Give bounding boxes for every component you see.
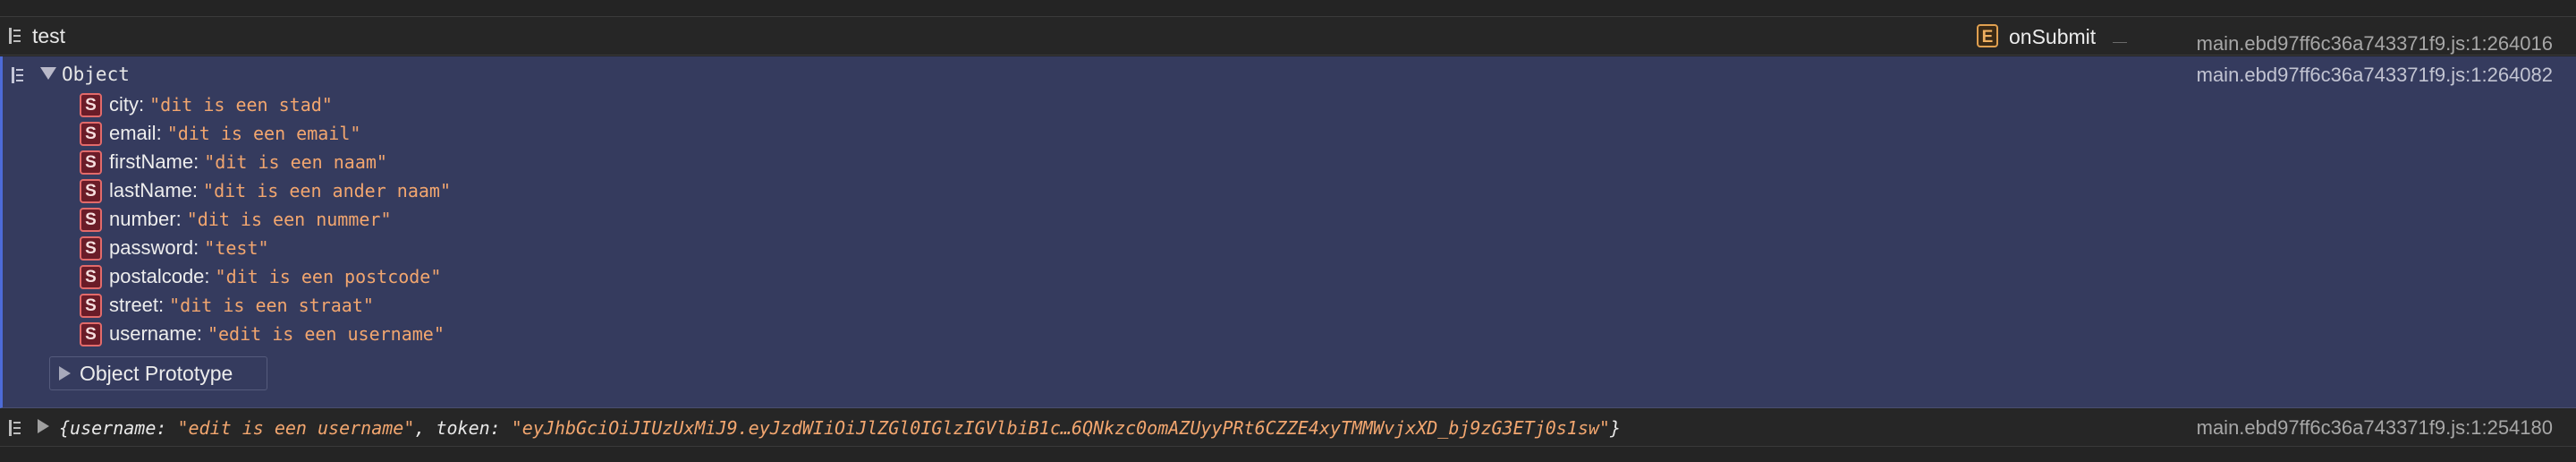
property-value: "dit is een postcode"	[215, 266, 442, 287]
property-value: "dit is een straat"	[169, 295, 374, 316]
property-key: city:	[109, 93, 145, 116]
object-preview[interactable]: {username: "edit is een username", token…	[59, 417, 1621, 439]
separator: ,	[414, 417, 436, 439]
function-name-link[interactable]: onSubmit	[2009, 25, 2096, 49]
property-row-email[interactable]: S email: "dit is een email"	[80, 121, 360, 146]
property-row-street[interactable]: S street: "dit is een straat"	[80, 293, 374, 318]
preview-value: "eyJhbGciOiJIUzUxMiJ9.eyJzdWIiOiJlZGl0IG…	[511, 417, 1610, 439]
property-row-password[interactable]: S password: "test"	[80, 235, 269, 261]
log-message: test	[32, 24, 66, 47]
function-badge-icon: E	[1977, 24, 1998, 47]
expand-triangle-icon[interactable]	[38, 419, 49, 433]
property-row-firstname[interactable]: S firstName: "dit is een naam"	[80, 150, 387, 175]
string-type-icon: S	[80, 321, 102, 346]
property-key: postalcode:	[109, 265, 210, 287]
source-link[interactable]: main.ebd97ff6c36a743371f9.js:1:254180	[2197, 416, 2553, 440]
object-log-row: Object main.ebd97ff6c36a743371f9.js:1:26…	[0, 56, 2576, 408]
property-row-lastname[interactable]: S lastName: "dit is een ander naam"	[80, 178, 451, 203]
source-link[interactable]: main.ebd97ff6c36a743371f9.js:1:264016	[2197, 32, 2553, 56]
property-row-number[interactable]: S number: "dit is een nummer"	[80, 207, 392, 232]
call-divider	[2113, 42, 2127, 43]
string-type-icon: S	[80, 293, 102, 318]
property-key: lastName:	[109, 179, 199, 201]
property-key: number:	[109, 208, 182, 230]
property-key: username:	[109, 322, 202, 345]
property-value: "dit is een ander naam"	[203, 180, 451, 201]
preview-key: token:	[436, 417, 501, 439]
log-entry-icon	[9, 420, 21, 436]
property-key: password:	[109, 236, 199, 259]
string-type-icon: S	[80, 121, 102, 146]
preview-key: username:	[70, 417, 167, 439]
property-row-postalcode[interactable]: S postalcode: "dit is een postcode"	[80, 264, 441, 289]
collapse-triangle-icon[interactable]	[40, 67, 56, 80]
property-row-city[interactable]: S city: "dit is een stad"	[80, 92, 333, 117]
property-key: firstName:	[109, 150, 199, 173]
property-key: street:	[109, 294, 165, 316]
source-link[interactable]: main.ebd97ff6c36a743371f9.js:1:264082	[2197, 64, 2553, 87]
property-value: "dit is een email"	[166, 123, 361, 144]
string-type-icon: S	[80, 207, 102, 232]
property-value: "dit is een nummer"	[186, 209, 392, 230]
property-value: "dit is een naam"	[204, 151, 387, 173]
brace: {	[59, 417, 71, 439]
property-key: email:	[109, 122, 162, 144]
object-prototype-toggle[interactable]: Object Prototype	[49, 356, 267, 390]
property-row-username[interactable]: S username: "edit is een username"	[80, 321, 445, 346]
string-type-icon: S	[80, 92, 102, 117]
brace: }	[1609, 417, 1621, 439]
log-entry-icon	[9, 28, 21, 44]
object-title[interactable]: Object	[62, 64, 130, 85]
log-entry-icon	[12, 67, 24, 83]
expand-triangle-icon[interactable]	[59, 366, 71, 381]
property-value: "edit is een username"	[207, 323, 445, 345]
property-value: "test"	[204, 237, 269, 259]
string-type-icon: S	[80, 264, 102, 289]
string-type-icon: S	[80, 150, 102, 175]
result-log-row: {username: "edit is een username", token…	[0, 409, 2576, 447]
preview-value: "edit is een username"	[177, 417, 415, 439]
property-value: "dit is een stad"	[149, 94, 333, 116]
prototype-label: Object Prototype	[80, 361, 233, 385]
console-log-row: test E onSubmit main.ebd97ff6c36a743371f…	[0, 16, 2576, 56]
string-type-icon: S	[80, 178, 102, 203]
string-type-icon: S	[80, 235, 102, 261]
